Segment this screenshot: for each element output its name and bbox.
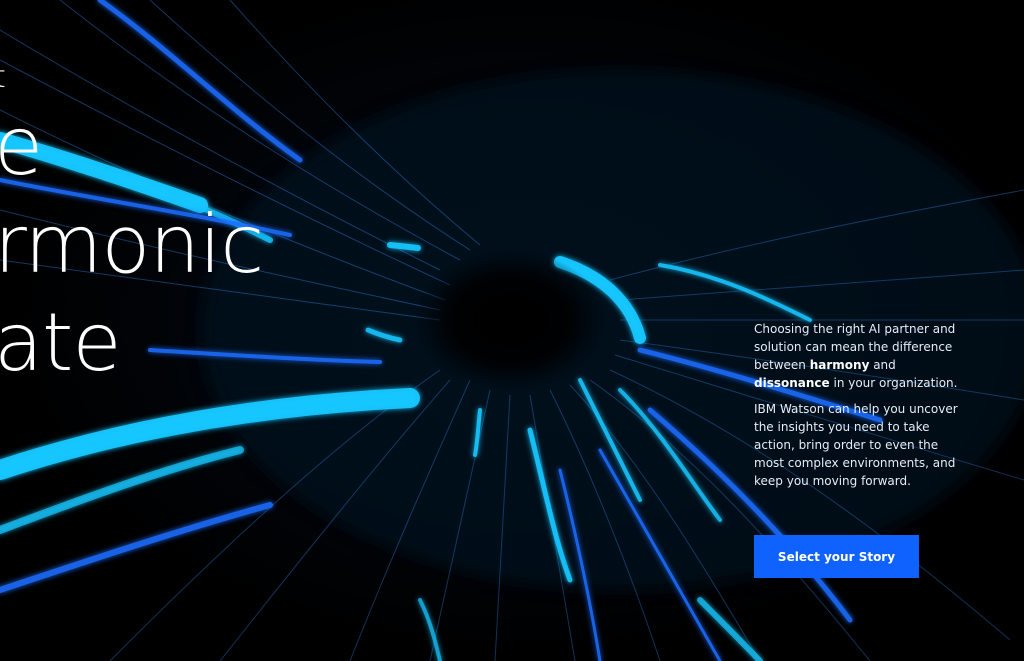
intro-copy: Choosing the right AI partner and soluti… [754, 320, 959, 498]
headline-line: e [0, 100, 43, 193]
hero-stage: t e rmonic ate Choosing the right AI par… [0, 0, 1024, 661]
headline-line: ate [0, 296, 122, 389]
hero-headline: t e rmonic ate [0, 58, 264, 392]
select-story-button[interactable]: Select your Story [754, 535, 919, 578]
intro-text: and [869, 358, 896, 372]
emphasis-dissonance: dissonance [754, 376, 830, 390]
intro-paragraph: Choosing the right AI partner and soluti… [754, 320, 959, 392]
watson-paragraph: IBM Watson can help you uncover the insi… [754, 402, 958, 488]
headline-line: t [0, 58, 263, 98]
emphasis-harmony: harmony [809, 358, 870, 372]
headline-line: rmonic [0, 198, 264, 291]
intro-text: in your organization. [829, 376, 958, 390]
